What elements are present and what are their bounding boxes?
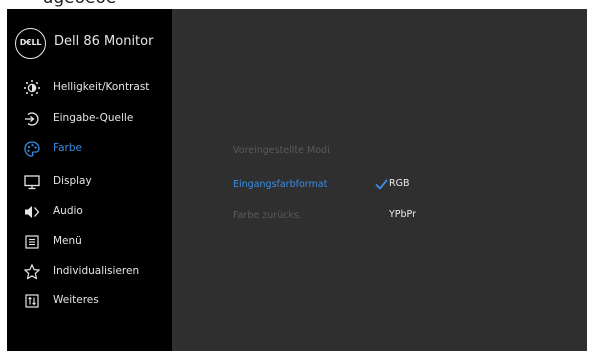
menu-item-display[interactable]: Display	[7, 167, 172, 197]
osd-header: D€LL Dell 86 Monitor	[7, 9, 172, 67]
menu-item-others[interactable]: Weiteres	[7, 286, 172, 316]
top-caption: - - - ugeoeoe- - - - - - - -	[8, 0, 568, 8]
menu-label-others: Weiteres	[53, 294, 99, 306]
submenu-row-input-color-format[interactable]: Eingangsfarbformat RGB	[172, 174, 587, 198]
star-icon	[23, 263, 41, 281]
menu-item-input-source[interactable]: Eingabe-Quelle	[7, 104, 172, 134]
dell-logo: D€LL	[15, 28, 46, 59]
option-rgb-label: RGB	[389, 178, 410, 189]
option-rgb[interactable]: RGB	[375, 178, 410, 194]
submenu-label-input-color-format: Eingangsfarbformat	[233, 179, 328, 190]
menu-item-personalize[interactable]: Individualisieren	[7, 257, 172, 287]
brightness-icon	[23, 79, 41, 97]
menu-label-audio: Audio	[53, 205, 83, 217]
submenu-label-preset-modes: Voreingestellte Modi	[233, 145, 330, 156]
menu-item-audio[interactable]: Audio	[7, 197, 172, 227]
menu-label-menu: Menü	[53, 235, 82, 247]
osd-window: D€LL Dell 86 Monitor Helligkeit/Kontrast	[7, 9, 587, 351]
menu-label-color: Farbe	[53, 142, 82, 154]
menu-list-icon	[23, 233, 41, 251]
sidebar: D€LL Dell 86 Monitor Helligkeit/Kontrast	[7, 9, 172, 351]
menu-item-brightness-contrast[interactable]: Helligkeit/Kontrast	[7, 73, 172, 103]
menu-label-display: Display	[53, 175, 92, 187]
submenu-row-preset-modes[interactable]: Voreingestellte Modi	[172, 140, 587, 164]
menu-label-personalize: Individualisieren	[53, 265, 140, 277]
menu-item-color[interactable]: Farbe	[7, 134, 172, 164]
option-ypbpr[interactable]: YPbPr	[389, 209, 416, 225]
menu-label-input-source: Eingabe-Quelle	[53, 112, 134, 124]
submenu-panel: Voreingestellte Modi Eingangsfarbformat …	[172, 9, 587, 351]
option-ypbpr-label: YPbPr	[389, 209, 417, 220]
display-icon	[23, 173, 41, 191]
menu-item-menu[interactable]: Menü	[7, 227, 172, 257]
submenu-label-reset-color: Farbe zurücks.	[233, 210, 302, 221]
monitor-model-title: Dell 86 Monitor	[54, 34, 154, 49]
submenu-row-reset-color[interactable]: Farbe zurücks. YPbPr	[172, 205, 587, 229]
menu-label-brightness-contrast: Helligkeit/Kontrast	[53, 81, 150, 93]
input-source-icon	[23, 110, 41, 128]
checkmark-icon	[375, 178, 388, 191]
speaker-icon	[23, 203, 41, 221]
palette-icon	[23, 140, 41, 158]
others-icon	[23, 292, 41, 310]
